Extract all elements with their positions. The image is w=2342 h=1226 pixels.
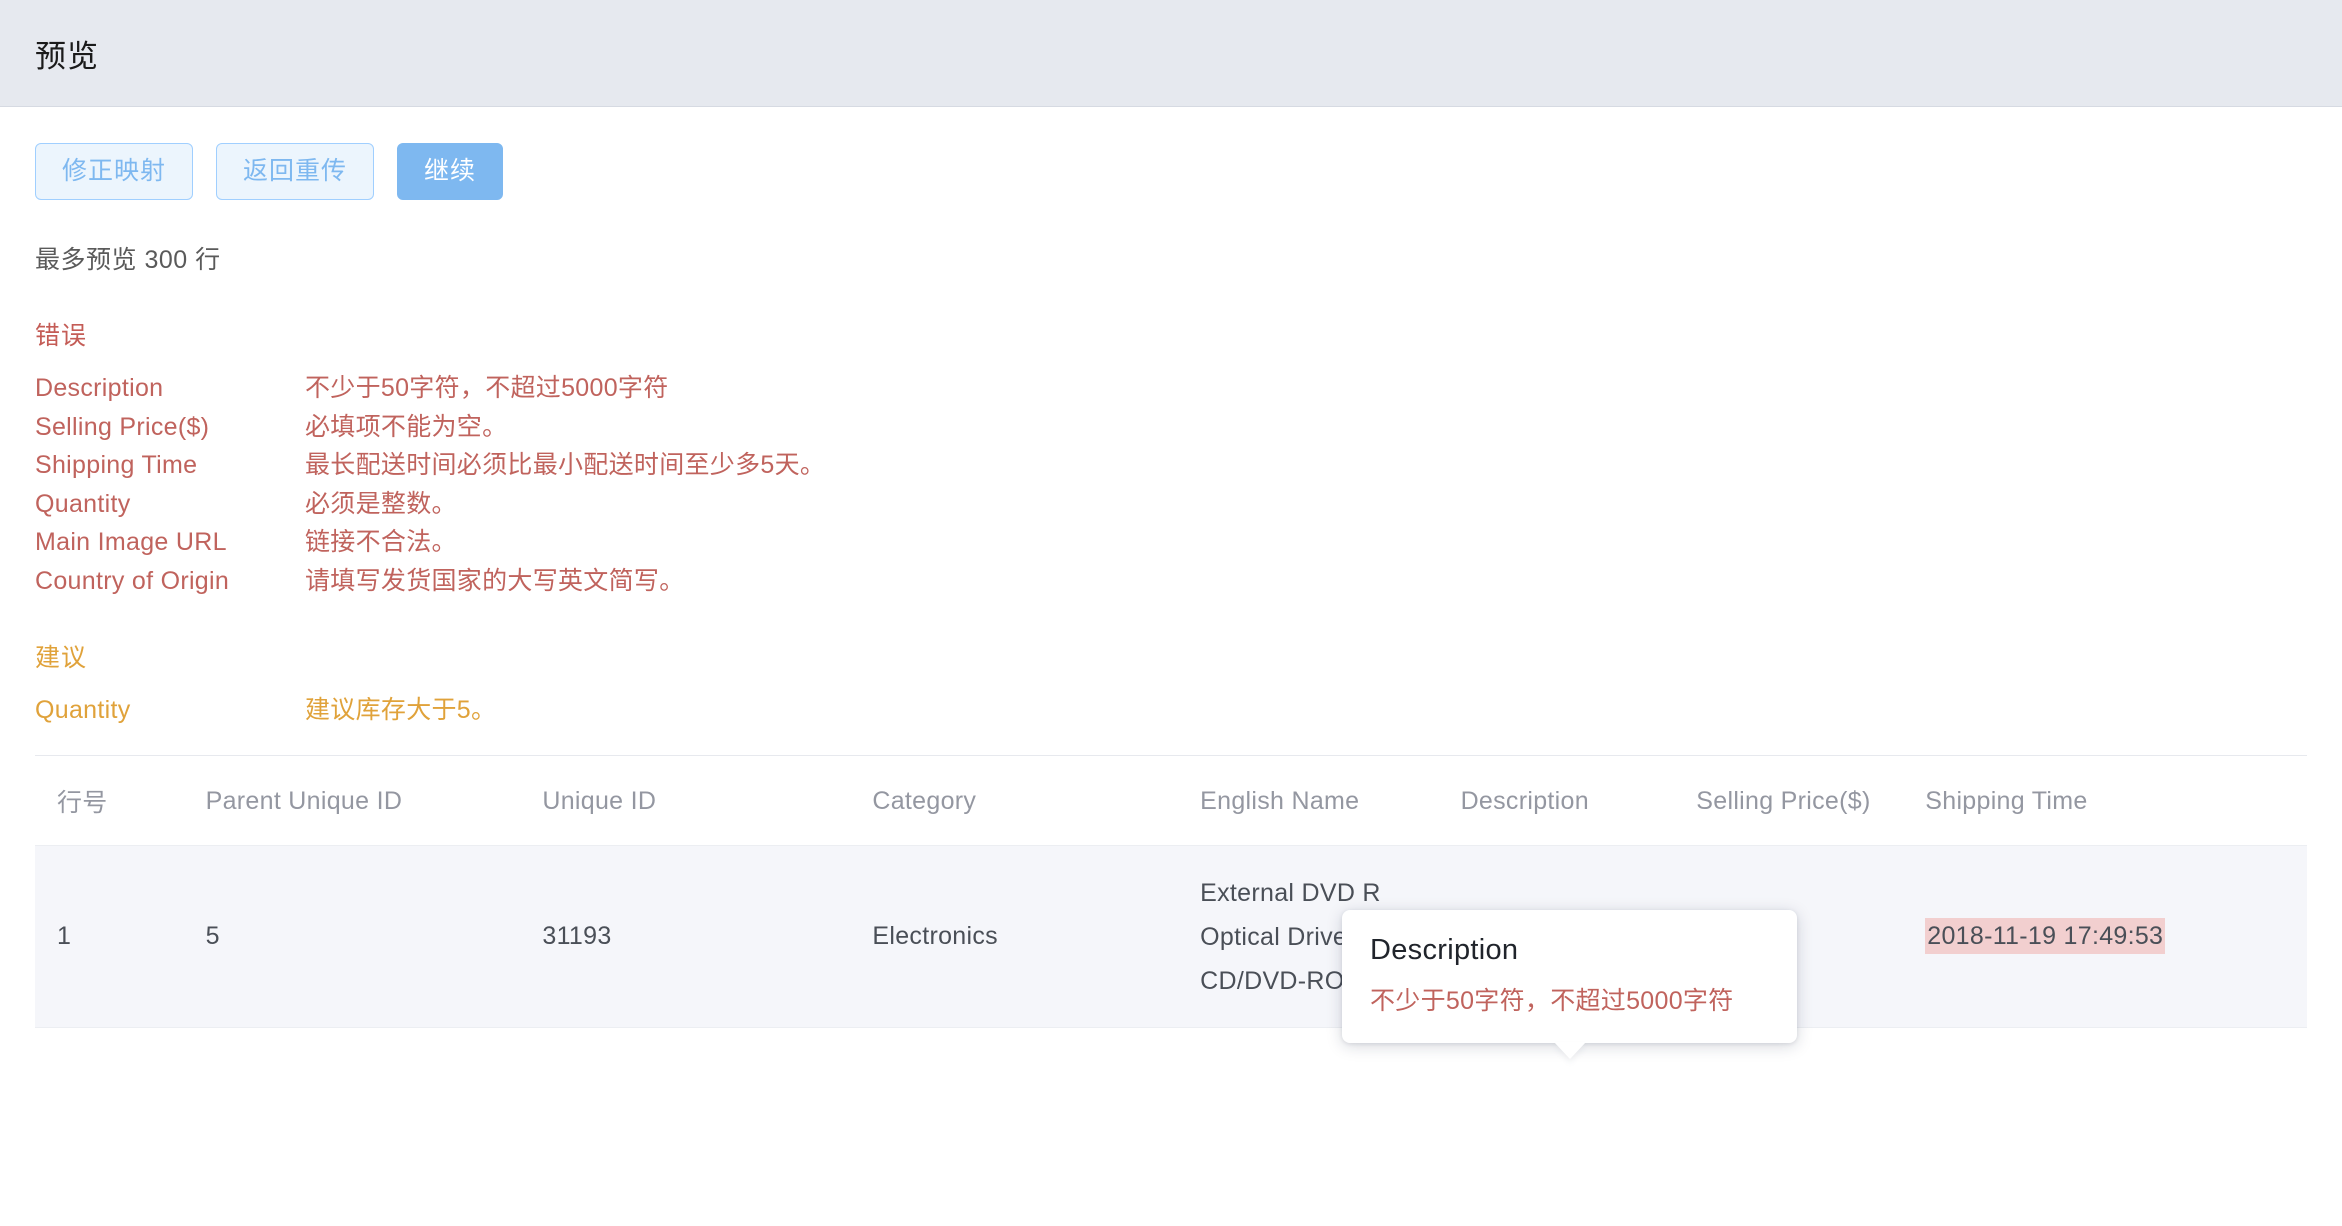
error-field-name: Country of Origin bbox=[35, 566, 230, 595]
error-field-message: 请填写发货国家的大写英文简写。 bbox=[305, 566, 685, 595]
preview-table-head: 行号 Parent Unique ID Unique ID Category E… bbox=[35, 756, 2307, 846]
suggestion-section-title: 建议 bbox=[35, 644, 88, 672]
error-field-name: Main Image URL bbox=[35, 528, 227, 556]
error-message-row: Country of Origin 请填写发货国家的大写英文简写。 bbox=[35, 561, 2307, 599]
tooltip-message: 不少于50字符，不超过5000字符 bbox=[1370, 987, 1734, 1015]
error-message-row: Shipping Time 最长配送时间必须比最小配送时间至少多5天。 bbox=[35, 445, 2307, 483]
panel-header: 预览 bbox=[0, 0, 2342, 107]
preview-page: 预览 修正映射 返回重传 继续 最多预览 300 行 错误 Descriptio… bbox=[0, 0, 2342, 1226]
page-title: 预览 bbox=[35, 38, 99, 74]
error-message-row: Main Image URL 链接不合法。 bbox=[35, 522, 2307, 560]
cell-row-no-text: 1 bbox=[57, 922, 72, 950]
suggestion-message-row: Quantity 建议库存大于5。 bbox=[35, 690, 2307, 727]
fix-mapping-button[interactable]: 修正映射 bbox=[35, 143, 194, 200]
cell-shipping-time[interactable]: 2018-11-19 17:49:53 bbox=[1925, 845, 2307, 1028]
column-header-row-no[interactable]: 行号 bbox=[35, 756, 206, 846]
error-field-message: 必填项不能为空。 bbox=[305, 412, 508, 441]
error-section-title: 错误 bbox=[35, 322, 88, 350]
tooltip-arrow-icon bbox=[1553, 1042, 1586, 1059]
error-field-message: 最长配送时间必须比最小配送时间至少多5天。 bbox=[305, 451, 826, 479]
column-header-english-name[interactable]: English Name bbox=[1200, 756, 1461, 846]
error-message-row: Description 不少于50字符，不超过5000字符 bbox=[35, 368, 2307, 406]
watermark: 快传号/人人都是产品经理 bbox=[571, 1130, 1771, 1226]
error-field-name: Description bbox=[35, 374, 164, 402]
suggestion-message-list: Quantity 建议库存大于5。 bbox=[35, 690, 2307, 727]
preview-table-wrapper: 行号 Parent Unique ID Unique ID Category E… bbox=[35, 755, 2307, 1028]
description-error-tooltip: Description 不少于50字符，不超过5000字符 bbox=[1342, 910, 1797, 1059]
table-row[interactable]: 1 5 31193 Electronics External DVD R Opt bbox=[35, 845, 2307, 1028]
column-header-unique-id[interactable]: Unique ID bbox=[542, 756, 873, 846]
error-field-message: 链接不合法。 bbox=[305, 528, 457, 556]
error-message-row: Selling Price($) 必填项不能为空。 bbox=[35, 407, 2307, 445]
tooltip-title: Description bbox=[1370, 934, 1519, 966]
error-field-name: Quantity bbox=[35, 489, 131, 518]
table-header-row: 行号 Parent Unique ID Unique ID Category E… bbox=[35, 756, 2307, 846]
cell-parent-unique-id-text: 5 bbox=[205, 922, 220, 950]
error-message-list: Description 不少于50字符，不超过5000字符 Selling Pr… bbox=[35, 368, 2307, 598]
column-header-category[interactable]: Category bbox=[872, 756, 1201, 846]
cell-category: Electronics bbox=[872, 845, 1201, 1028]
error-field-message: 必须是整数。 bbox=[305, 489, 457, 518]
suggestion-field-message: 建议库存大于5。 bbox=[305, 696, 497, 724]
error-message-row: Quantity 必须是整数。 bbox=[35, 484, 2307, 522]
continue-button[interactable]: 继续 bbox=[397, 143, 504, 200]
suggestion-field-name: Quantity bbox=[35, 696, 131, 724]
back-reupload-button[interactable]: 返回重传 bbox=[216, 143, 375, 200]
cell-category-text: Electronics bbox=[872, 922, 998, 950]
cell-row-no: 1 bbox=[35, 845, 206, 1028]
action-button-row: 修正映射 返回重传 继续 bbox=[35, 107, 2307, 200]
column-header-description[interactable]: Description bbox=[1460, 756, 1697, 846]
cell-unique-id: 31193 bbox=[542, 845, 873, 1028]
error-field-name: Shipping Time bbox=[35, 451, 198, 479]
preview-limit-hint: 最多预览 300 行 bbox=[35, 246, 221, 274]
cell-unique-id-text: 31193 bbox=[542, 922, 612, 950]
preview-table: 行号 Parent Unique ID Unique ID Category E… bbox=[35, 756, 2307, 1028]
column-header-selling-price[interactable]: Selling Price($) bbox=[1696, 756, 1926, 846]
error-field-message: 不少于50字符，不超过5000字符 bbox=[305, 374, 669, 402]
cell-parent-unique-id: 5 bbox=[205, 845, 543, 1028]
cell-shipping-time-text[interactable]: 2018-11-19 17:49:53 bbox=[1925, 918, 2166, 954]
preview-table-body: 1 5 31193 Electronics External DVD R Opt bbox=[35, 845, 2307, 1028]
panel-body: 修正映射 返回重传 继续 最多预览 300 行 错误 Description 不… bbox=[0, 107, 2342, 1028]
column-header-shipping-time[interactable]: Shipping Time bbox=[1925, 756, 2307, 846]
error-field-name: Selling Price($) bbox=[35, 412, 210, 441]
column-header-parent-unique-id[interactable]: Parent Unique ID bbox=[205, 756, 543, 846]
